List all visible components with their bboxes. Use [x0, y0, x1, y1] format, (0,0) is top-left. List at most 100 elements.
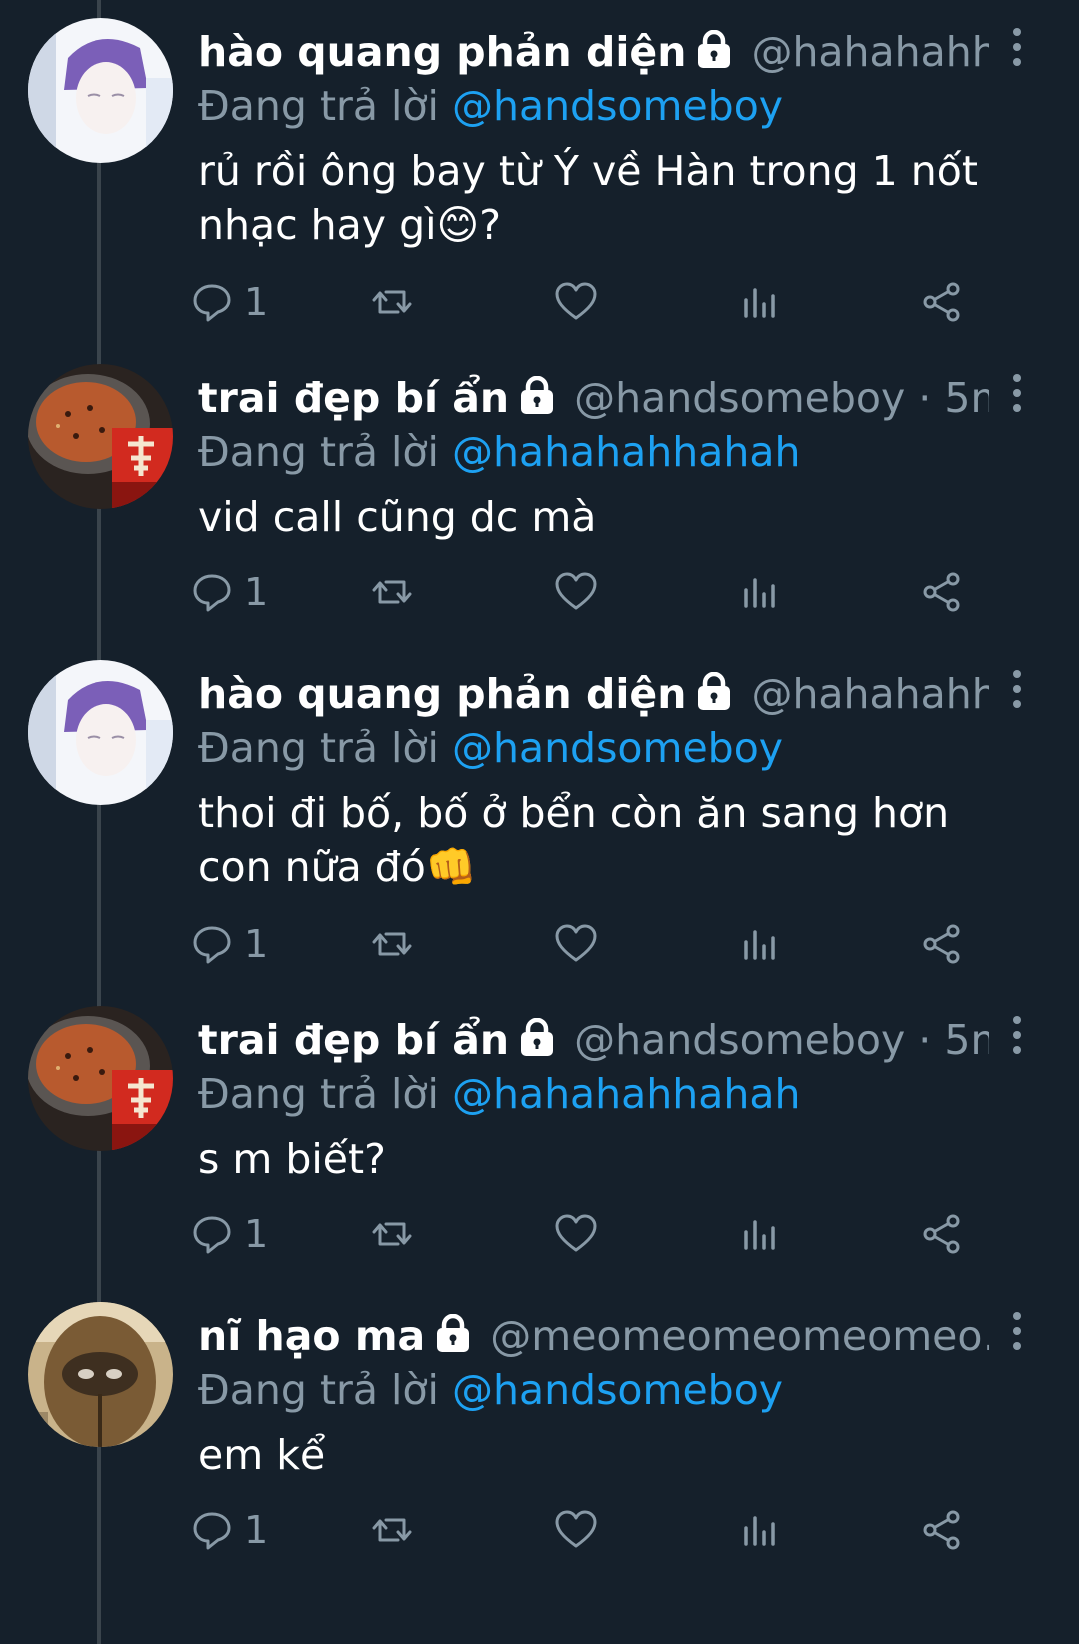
retweet-icon: [372, 1222, 412, 1246]
share-button[interactable]: [920, 568, 964, 616]
share-icon: [923, 1510, 960, 1550]
analytics-button[interactable]: [738, 1506, 782, 1554]
retweet-button[interactable]: [370, 278, 414, 326]
more-vertical-icon[interactable]: [1007, 1312, 1027, 1356]
analytics-button[interactable]: [738, 568, 782, 616]
display-name[interactable]: trai đẹp bí ẩn: [198, 374, 509, 422]
user-handle[interactable]: @handsomeboy · 5m: [574, 1016, 989, 1064]
reply-button[interactable]: 1: [190, 1210, 268, 1258]
share-icon: [923, 1214, 960, 1254]
replying-to: Đang trả lời @handsomeboy: [198, 720, 783, 776]
retweet-icon: [372, 290, 412, 314]
retweet-icon: [372, 580, 412, 604]
avatar[interactable]: [28, 1302, 173, 1447]
avatar-pale-portrait-image: [28, 660, 173, 805]
reply-count: 1: [244, 1508, 269, 1552]
more-vertical-icon[interactable]: [1007, 670, 1027, 714]
reply-button[interactable]: 1: [190, 1506, 268, 1554]
replying-prefix: Đang trả lời: [198, 1366, 439, 1414]
lock-icon: [694, 670, 734, 722]
heart-icon: [555, 1510, 597, 1548]
heart-icon: [555, 924, 597, 962]
share-button[interactable]: [920, 920, 964, 968]
replying-to: Đang trả lời @hahahahhahah: [198, 1066, 800, 1122]
display-name[interactable]: hào quang phản diện: [198, 28, 686, 76]
reply-count: 1: [244, 1212, 269, 1256]
retweet-icon: [372, 932, 412, 956]
share-icon: [923, 572, 960, 612]
replying-prefix: Đang trả lời: [198, 428, 439, 476]
tweet-header: hào quang phản diện @hahahahha…: [198, 666, 989, 722]
tweet[interactable]: trai đẹp bí ẩn @handsomeboy · 5m Đang tr…: [0, 988, 1079, 1298]
mention-link[interactable]: @hahahahhahah: [452, 428, 801, 476]
like-button[interactable]: [554, 568, 598, 616]
share-button[interactable]: [920, 1506, 964, 1554]
reply-button[interactable]: 1: [190, 568, 268, 616]
tweet-text: em kể: [198, 1431, 326, 1479]
reply-icon: [193, 574, 231, 612]
share-button[interactable]: [920, 1210, 964, 1258]
tweet-header: hào quang phản diện @hahahahha…: [198, 24, 989, 80]
heart-icon: [555, 282, 597, 320]
analytics-icon: [744, 288, 775, 318]
more-vertical-icon[interactable]: [1007, 1016, 1027, 1060]
heart-icon: [555, 572, 597, 610]
heart-icon: [555, 1214, 597, 1252]
user-handle[interactable]: @hahahahha…: [751, 28, 989, 76]
like-button[interactable]: [554, 920, 598, 968]
mention-link[interactable]: @handsomeboy: [452, 724, 783, 772]
tweet[interactable]: hào quang phản diện @hahahahha… Đang trả…: [0, 0, 1079, 324]
tweet-actions: 1: [193, 1506, 1018, 1554]
display-name[interactable]: nĩ hạo ma: [198, 1312, 425, 1360]
avatar[interactable]: [28, 1006, 173, 1151]
retweet-button[interactable]: [370, 920, 414, 968]
analytics-button[interactable]: [738, 1210, 782, 1258]
reply-icon: [193, 1512, 231, 1550]
mention-link[interactable]: @handsomeboy: [452, 1366, 783, 1414]
avatar[interactable]: [28, 364, 173, 509]
tweet-actions: 1: [193, 278, 1018, 326]
more-vertical-icon[interactable]: [1007, 374, 1027, 418]
like-button[interactable]: [554, 1506, 598, 1554]
user-handle[interactable]: @hahahahha…: [751, 670, 989, 718]
avatar-hooded-person-image: [28, 1302, 173, 1447]
mention-link[interactable]: @hahahahhahah: [452, 1070, 801, 1118]
lock-icon: [433, 1312, 473, 1364]
avatar[interactable]: [28, 18, 173, 163]
share-button[interactable]: [920, 278, 964, 326]
tweet-header: nĩ hạo ma @meomeomeomeomeo…: [198, 1308, 989, 1364]
tweet-text: vid call cũng dc mà: [198, 493, 597, 541]
tweet-text: rủ rồi ông bay từ Ý về Hàn trong 1 nốt n…: [198, 147, 978, 249]
avatar-ramen-bowl-image: [28, 1006, 173, 1151]
display-name[interactable]: hào quang phản diện: [198, 670, 686, 718]
tweet[interactable]: nĩ hạo ma @meomeomeomeomeo… Đang trả lời…: [0, 1284, 1079, 1594]
retweet-button[interactable]: [370, 1506, 414, 1554]
reply-button[interactable]: 1: [190, 278, 268, 326]
like-button[interactable]: [554, 278, 598, 326]
avatar[interactable]: [28, 660, 173, 805]
tweet[interactable]: trai đẹp bí ẩn @handsomeboy · 5m Đang tr…: [0, 346, 1079, 656]
analytics-icon: [744, 1220, 775, 1250]
analytics-button[interactable]: [738, 278, 782, 326]
analytics-icon: [744, 930, 775, 960]
more-vertical-icon[interactable]: [1007, 28, 1027, 72]
avatar-pale-portrait-image: [28, 18, 173, 163]
reply-count: 1: [244, 922, 269, 966]
user-handle[interactable]: @meomeomeomeomeo…: [490, 1312, 989, 1360]
replying-prefix: Đang trả lời: [198, 1070, 439, 1118]
tweet-text: s m biết?: [198, 1135, 386, 1183]
replying-to: Đang trả lời @hahahahhahah: [198, 424, 800, 480]
retweet-button[interactable]: [370, 1210, 414, 1258]
tweet-text: thoi đi bố, bố ở bển còn ăn sang hơn con…: [198, 789, 950, 891]
user-handle[interactable]: @handsomeboy · 5m: [574, 374, 989, 422]
reply-icon: [193, 926, 231, 964]
reply-button[interactable]: 1: [190, 920, 268, 968]
share-icon: [923, 282, 960, 322]
mention-link[interactable]: @handsomeboy: [452, 82, 783, 130]
retweet-button[interactable]: [370, 568, 414, 616]
replying-prefix: Đang trả lời: [198, 82, 439, 130]
display-name[interactable]: trai đẹp bí ẩn: [198, 1016, 509, 1064]
analytics-button[interactable]: [738, 920, 782, 968]
like-button[interactable]: [554, 1210, 598, 1258]
tweet[interactable]: hào quang phản diện @hahahahha… Đang trả…: [0, 642, 1079, 966]
